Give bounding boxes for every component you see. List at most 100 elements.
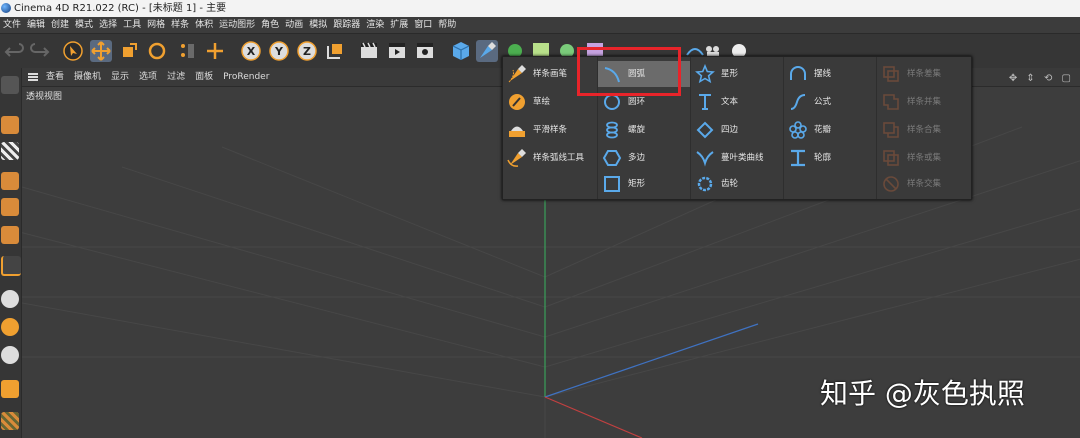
spline-intersect-item[interactable]: 样条交集 <box>877 171 971 197</box>
spline-and-icon <box>883 122 899 138</box>
helix-icon <box>606 121 618 139</box>
polygon-item[interactable]: 多边 <box>598 145 691 171</box>
select-tool-icon[interactable] <box>62 40 84 62</box>
texture-mode-icon[interactable] <box>1 142 19 160</box>
menu-extensions[interactable]: 扩展 <box>387 17 411 33</box>
menu-mesh[interactable]: 网格 <box>144 17 168 33</box>
axis-mode-icon[interactable] <box>1 256 21 276</box>
snap-icon[interactable] <box>1 290 19 308</box>
viewport-menu-view[interactable]: 查看 <box>46 68 64 86</box>
make-editable-icon[interactable] <box>1 76 19 94</box>
workplane-icon[interactable] <box>1 412 19 430</box>
menu-tools[interactable]: 工具 <box>120 17 144 33</box>
viewport-menu-display[interactable]: 显示 <box>111 68 129 86</box>
spline-primitives-column-3: 摆线 公式 花瓣 轮廓 <box>783 57 877 199</box>
undo-icon[interactable] <box>4 40 26 62</box>
four-side-icon <box>696 121 714 139</box>
spline-subtract-item[interactable]: 样条差集 <box>877 61 971 87</box>
render-settings-icon[interactable] <box>414 40 436 62</box>
highlight-box <box>577 47 681 96</box>
move-tool-icon[interactable] <box>90 40 112 62</box>
coordinate-system-icon[interactable] <box>324 40 346 62</box>
spline-subtract-icon <box>883 66 899 82</box>
spline-and-item[interactable]: 样条合集 <box>877 117 971 143</box>
z-axis-icon[interactable]: Z <box>296 40 318 62</box>
menu-select[interactable]: 选择 <box>96 17 120 33</box>
viewport-menu-panel[interactable]: 面板 <box>195 68 213 86</box>
menu-help[interactable]: 帮助 <box>435 17 459 33</box>
spline-pen-toolbar-icon[interactable] <box>476 40 498 62</box>
formula-icon <box>790 94 806 110</box>
viewport-menu-filter[interactable]: 过滤 <box>167 68 185 86</box>
flower-item[interactable]: 花瓣 <box>784 117 877 143</box>
formula-item[interactable]: 公式 <box>784 89 877 115</box>
profile-item[interactable]: 轮廓 <box>784 145 877 171</box>
spline-intersect-icon <box>883 176 899 192</box>
menu-mode[interactable]: 模式 <box>72 17 96 33</box>
profile-icon <box>791 149 805 167</box>
mode-toolbar <box>0 68 22 438</box>
spline-popup-menu: 样条画笔 草绘 平滑样条 样条弧线工具 圆弧 圆环 螺旋 多边 矩形 星形 文本… <box>502 56 972 200</box>
cycloid-item[interactable]: 摆线 <box>784 61 877 87</box>
menu-simulate[interactable]: 模拟 <box>306 17 330 33</box>
viewport-menu-cameras[interactable]: 摄像机 <box>74 68 101 86</box>
viewport-label: 透视视图 <box>26 92 63 102</box>
spline-union-item[interactable]: 样条并集 <box>877 89 971 115</box>
pen-icon <box>508 65 526 83</box>
menu-animate[interactable]: 动画 <box>282 17 306 33</box>
star-icon <box>695 64 715 84</box>
add-tool-icon[interactable] <box>204 40 226 62</box>
magnet-icon[interactable] <box>1 380 19 398</box>
recent-tools-icon[interactable] <box>176 40 198 62</box>
edges-mode-icon[interactable] <box>1 198 19 216</box>
snap-settings-icon[interactable] <box>1 318 19 336</box>
helix-item[interactable]: 螺旋 <box>598 117 691 143</box>
title-bar: Cinema 4D R21.022 (RC) - [未标题 1] - 主要 <box>0 0 1080 17</box>
smooth-spline-item[interactable]: 平滑样条 <box>503 117 597 143</box>
points-mode-icon[interactable] <box>1 172 19 190</box>
spline-or-item[interactable]: 样条或集 <box>877 145 971 171</box>
smooth-spline-icon <box>509 126 525 137</box>
render-picture-viewer-icon[interactable] <box>386 40 408 62</box>
spline-union-icon <box>883 94 899 110</box>
hamburger-icon[interactable] <box>28 73 38 81</box>
model-mode-icon[interactable] <box>1 116 19 134</box>
menu-file[interactable]: 文件 <box>0 17 24 33</box>
redo-icon[interactable] <box>28 40 50 62</box>
cube-object-icon[interactable] <box>450 40 472 62</box>
flower-icon <box>789 121 807 139</box>
menu-edit[interactable]: 编辑 <box>24 17 48 33</box>
rectangle-item[interactable]: 矩形 <box>598 171 691 197</box>
cissoid-item[interactable]: 蔓叶类曲线 <box>691 145 784 171</box>
viewport-menu-options[interactable]: 选项 <box>139 68 157 86</box>
gear-item[interactable]: 齿轮 <box>691 171 784 197</box>
sketch-icon <box>509 94 525 110</box>
spline-arc-tool-item[interactable]: 样条弧线工具 <box>503 145 597 171</box>
workplane-snap-icon[interactable] <box>1 346 19 364</box>
text-item[interactable]: 文本 <box>691 89 784 115</box>
star-item[interactable]: 星形 <box>691 61 784 87</box>
x-axis-line <box>544 396 643 438</box>
window-title: Cinema 4D R21.022 (RC) - [未标题 1] - 主要 <box>14 3 227 14</box>
cissoid-icon <box>696 151 714 167</box>
four-side-item[interactable]: 四边 <box>691 117 784 143</box>
polygons-mode-icon[interactable] <box>1 226 19 244</box>
render-view-icon[interactable] <box>358 40 380 62</box>
menu-spline[interactable]: 样条 <box>168 17 192 33</box>
x-axis-icon[interactable]: X <box>240 40 262 62</box>
menu-render[interactable]: 渲染 <box>363 17 387 33</box>
menu-tracker[interactable]: 跟踪器 <box>330 17 363 33</box>
spline-or-icon <box>883 150 899 166</box>
menu-create[interactable]: 创建 <box>48 17 72 33</box>
menu-character[interactable]: 角色 <box>258 17 282 33</box>
viewport-navigation-icons[interactable]: ✥ ⇕ ⟲ ▢ <box>1009 70 1074 88</box>
cinema4d-logo-icon <box>1 3 11 13</box>
menu-window[interactable]: 窗口 <box>411 17 435 33</box>
scale-tool-icon[interactable] <box>118 40 140 62</box>
viewport-menu-prorender[interactable]: ProRender <box>223 68 269 86</box>
menu-volume[interactable]: 体积 <box>192 17 216 33</box>
svg-text:X: X <box>247 45 256 58</box>
menu-mograph[interactable]: 运动图形 <box>216 17 258 33</box>
y-axis-icon[interactable]: Y <box>268 40 290 62</box>
rotate-tool-icon[interactable] <box>146 40 168 62</box>
